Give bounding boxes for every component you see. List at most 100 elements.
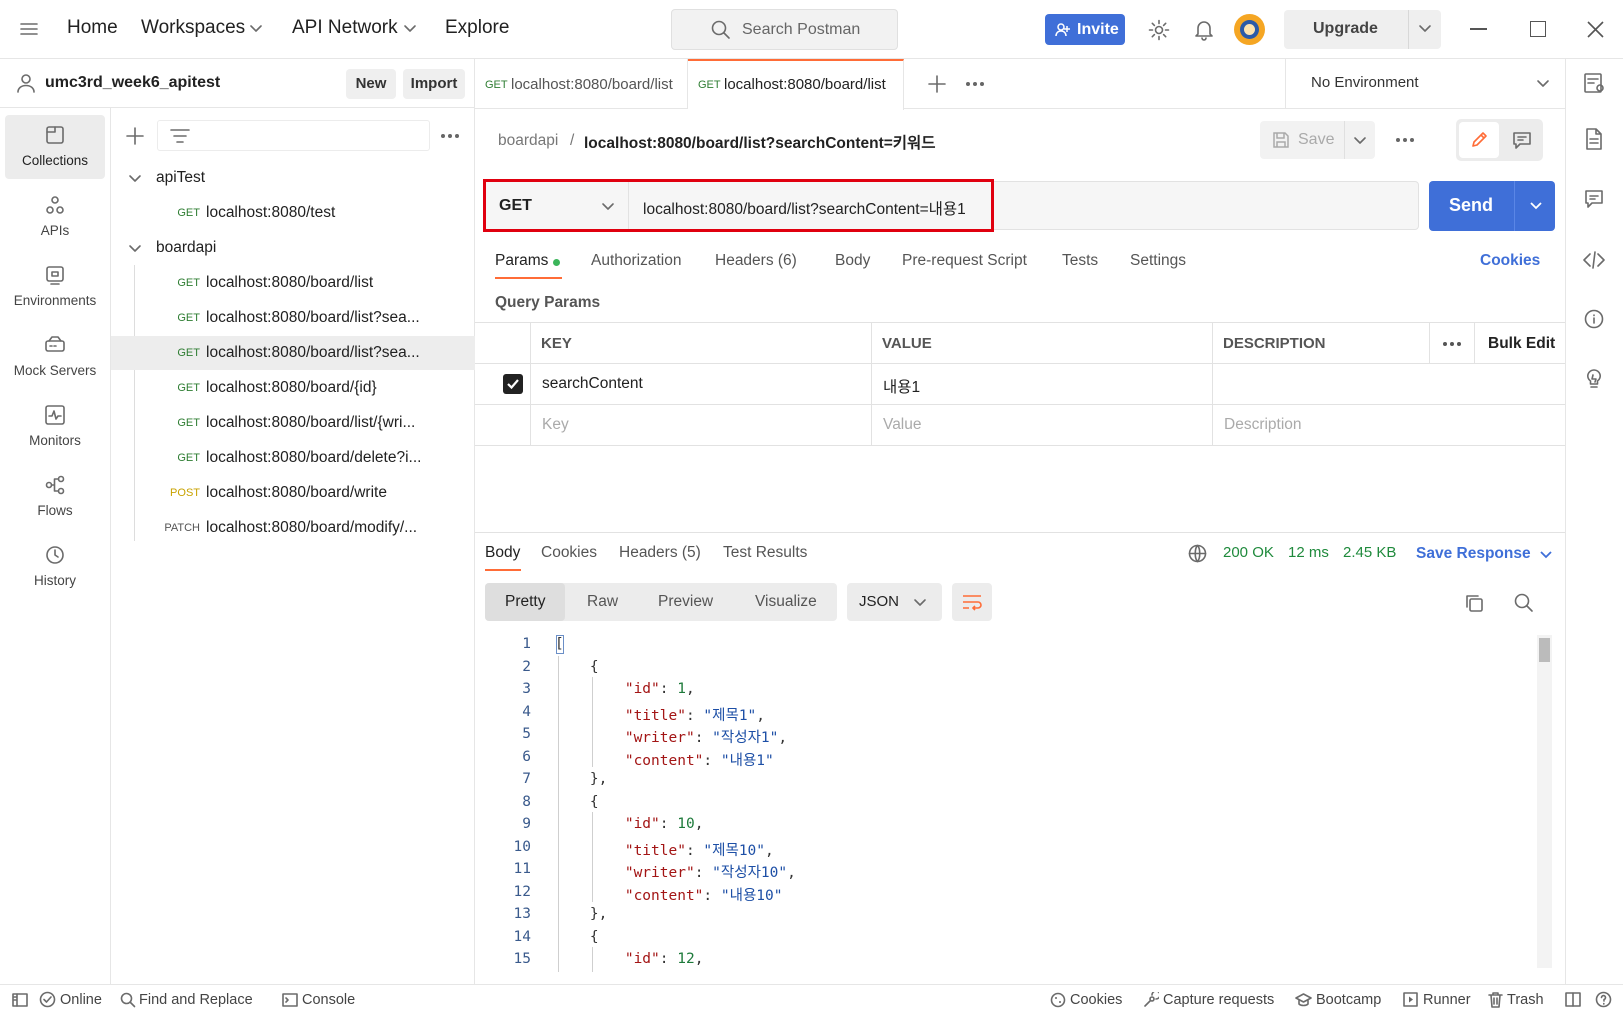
- param-value[interactable]: 내용1: [883, 375, 920, 397]
- console-button[interactable]: Console: [302, 992, 355, 1008]
- tab-params[interactable]: Params: [495, 252, 548, 270]
- request-item[interactable]: POST localhost:8080/board/write: [111, 476, 475, 510]
- more-options-icon[interactable]: [1395, 137, 1415, 143]
- comments-icon[interactable]: [1584, 189, 1604, 209]
- new-param-description[interactable]: Description: [1224, 416, 1302, 434]
- response-tab-test-results[interactable]: Test Results: [723, 544, 807, 562]
- preview-button[interactable]: Preview: [658, 593, 713, 611]
- bootcamp-button[interactable]: Bootcamp: [1316, 992, 1381, 1008]
- request-item[interactable]: GET localhost:8080/board/{id}: [111, 371, 475, 405]
- save-button[interactable]: Save: [1260, 121, 1375, 159]
- tab-request-active[interactable]: GET localhost:8080/board/list: [688, 59, 904, 110]
- request-item-selected[interactable]: GET localhost:8080/board/list?sea...: [111, 336, 475, 370]
- more-options-icon[interactable]: [1442, 341, 1462, 347]
- nav-explore[interactable]: Explore: [445, 17, 509, 39]
- wrap-lines-button[interactable]: [952, 583, 992, 621]
- new-param-value[interactable]: Value: [883, 416, 922, 434]
- chevron-down-icon[interactable]: [1539, 550, 1553, 560]
- chevron-down-icon[interactable]: [1418, 24, 1432, 34]
- param-key[interactable]: searchContent: [542, 375, 643, 393]
- online-status[interactable]: Online: [60, 992, 102, 1008]
- workspace-name[interactable]: umc3rd_week6_apitest: [45, 74, 220, 92]
- request-item[interactable]: GET localhost:8080/test: [111, 196, 475, 230]
- request-name[interactable]: localhost:8080/board/list?searchContent=…: [584, 131, 936, 153]
- response-time[interactable]: 12 ms: [1288, 544, 1329, 561]
- sidebar-item-environments[interactable]: Environments: [5, 255, 105, 319]
- documentation-icon[interactable]: [1584, 128, 1604, 150]
- add-collection-icon[interactable]: [126, 127, 144, 145]
- cookies-link[interactable]: Cookies: [1480, 252, 1540, 270]
- upgrade-button[interactable]: Upgrade: [1284, 10, 1441, 49]
- visualize-button[interactable]: Visualize: [755, 593, 817, 611]
- new-button[interactable]: New: [346, 69, 396, 99]
- sidebar-item-mock-servers[interactable]: Mock Servers: [5, 325, 105, 389]
- copy-icon[interactable]: [1464, 593, 1484, 613]
- response-tab-headers[interactable]: Headers (5): [619, 544, 701, 562]
- breadcrumb-collection[interactable]: boardapi: [498, 132, 558, 150]
- tab-pre-request-script[interactable]: Pre-request Script: [902, 252, 1027, 270]
- response-size[interactable]: 2.45 KB: [1343, 544, 1396, 561]
- more-tabs-icon[interactable]: [965, 81, 985, 87]
- request-item[interactable]: PATCH localhost:8080/board/modify/...: [111, 511, 475, 545]
- globe-icon[interactable]: [1188, 544, 1207, 563]
- chevron-down-icon[interactable]: [1529, 201, 1543, 211]
- response-tab-body[interactable]: Body: [485, 544, 520, 562]
- collection-folder-boardapi[interactable]: boardapi: [111, 231, 475, 265]
- cookies-button[interactable]: Cookies: [1070, 992, 1122, 1008]
- search-input[interactable]: Search Postman: [671, 9, 898, 50]
- collection-folder-apitest[interactable]: apiTest: [111, 161, 475, 195]
- environment-quick-look-icon[interactable]: [1584, 72, 1606, 94]
- tab-settings[interactable]: Settings: [1130, 252, 1186, 270]
- tab-body[interactable]: Body: [835, 252, 870, 270]
- response-tab-cookies[interactable]: Cookies: [541, 544, 597, 562]
- pretty-button[interactable]: Pretty: [485, 583, 565, 621]
- avatar[interactable]: [1234, 14, 1265, 45]
- save-response-button[interactable]: Save Response: [1416, 545, 1531, 563]
- scrollbar-track[interactable]: [1537, 635, 1552, 968]
- hamburger-menu-icon[interactable]: [20, 21, 38, 37]
- find-replace-button[interactable]: Find and Replace: [139, 992, 253, 1008]
- format-select[interactable]: JSON: [847, 583, 942, 621]
- request-item[interactable]: GET localhost:8080/board/list/{wri...: [111, 406, 475, 440]
- tab-request[interactable]: GET localhost:8080/board/list: [475, 59, 688, 109]
- request-item[interactable]: GET localhost:8080/board/delete?i...: [111, 441, 475, 475]
- nav-workspaces[interactable]: Workspaces: [141, 17, 245, 39]
- environment-selector[interactable]: No Environment: [1286, 59, 1565, 109]
- capture-requests-button[interactable]: Capture requests: [1163, 992, 1274, 1008]
- new-param-key[interactable]: Key: [542, 416, 569, 434]
- tab-headers[interactable]: Headers (6): [715, 252, 797, 270]
- settings-gear-icon[interactable]: [1148, 19, 1170, 41]
- raw-button[interactable]: Raw: [587, 593, 618, 611]
- help-icon[interactable]: [1595, 991, 1612, 1008]
- response-status[interactable]: 200 OK: [1223, 544, 1274, 561]
- param-enabled-checkbox[interactable]: [503, 374, 523, 394]
- runner-button[interactable]: Runner: [1423, 992, 1471, 1008]
- info-icon[interactable]: [1584, 309, 1604, 329]
- edit-mode-button[interactable]: [1459, 122, 1499, 158]
- comment-mode-icon[interactable]: [1512, 131, 1532, 149]
- sidebar-item-collections[interactable]: Collections: [5, 115, 105, 179]
- nav-home[interactable]: Home: [67, 17, 118, 39]
- minimize-window-icon[interactable]: [1470, 28, 1487, 30]
- request-item[interactable]: GET localhost:8080/board/list?sea...: [111, 301, 475, 335]
- toggle-sidebar-icon[interactable]: [12, 993, 28, 1007]
- sidebar-item-monitors[interactable]: Monitors: [5, 395, 105, 459]
- tab-tests[interactable]: Tests: [1062, 252, 1098, 270]
- response-body-editor[interactable]: 1 [2 {3 "id": 1, 4 "title": "제목1", 5 "write…: [475, 632, 1552, 972]
- maximize-window-icon[interactable]: [1530, 21, 1546, 37]
- new-tab-icon[interactable]: [928, 75, 946, 93]
- code-icon[interactable]: [1583, 250, 1605, 270]
- chevron-down-icon[interactable]: [1353, 136, 1367, 146]
- send-button[interactable]: Send: [1429, 181, 1555, 231]
- sidebar-item-flows[interactable]: Flows: [5, 465, 105, 529]
- notifications-bell-icon[interactable]: [1194, 19, 1214, 41]
- import-button[interactable]: Import: [403, 69, 465, 99]
- close-window-icon[interactable]: [1587, 21, 1604, 38]
- bulk-edit-button[interactable]: Bulk Edit: [1488, 335, 1555, 353]
- more-options-icon[interactable]: [440, 133, 460, 139]
- invite-button[interactable]: Invite: [1045, 14, 1125, 45]
- collections-search-input[interactable]: [157, 120, 430, 151]
- tab-authorization[interactable]: Authorization: [591, 252, 681, 270]
- sidebar-item-apis[interactable]: APIs: [5, 185, 105, 249]
- request-item[interactable]: GET localhost:8080/board/list: [111, 266, 475, 300]
